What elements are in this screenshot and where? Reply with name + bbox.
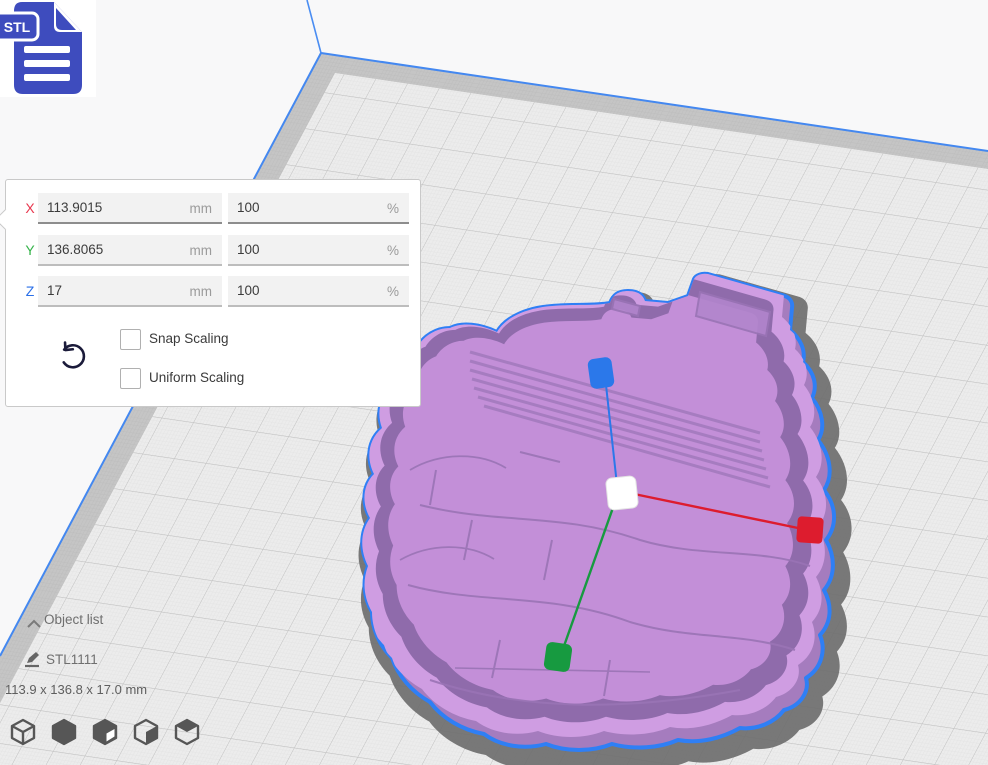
object-list-item[interactable]: STL1111 — [46, 652, 98, 667]
panel-pointer — [0, 209, 16, 230]
scale-handle-y[interactable] — [543, 641, 573, 672]
axis-label-x: X — [22, 193, 38, 224]
view-right-icon[interactable] — [172, 716, 202, 748]
reset-rotate-icon — [59, 341, 86, 370]
uniform-scaling-checkbox[interactable] — [120, 368, 141, 389]
scale-z-percent-input[interactable] — [228, 276, 409, 307]
axis-label-y: Y — [22, 235, 38, 266]
scale-y-mm-input[interactable] — [38, 235, 222, 266]
scale-handle-z[interactable] — [587, 356, 615, 389]
document-icon: STL — [0, 2, 82, 94]
axis-label-z: Z — [22, 276, 38, 307]
stl-badge-label: STL — [4, 19, 31, 35]
model-stl1111[interactable] — [354, 261, 834, 750]
snap-scaling-checkbox[interactable] — [120, 329, 141, 350]
reset-scale-button[interactable] — [54, 338, 90, 374]
stl-file-thumbnail: STL — [0, 0, 96, 97]
scale-x-mm-input[interactable] — [38, 193, 222, 224]
scale-tool-panel: X mm % Y mm % Z mm % Snap Scaling — [5, 179, 421, 407]
scale-x-percent-input[interactable] — [228, 193, 409, 224]
model-dimensions: 113.9 x 136.8 x 17.0 mm — [5, 682, 147, 697]
camera-view-toolbar — [8, 716, 202, 750]
cura-window: { "file_badge": { "label": "STL" }, "sca… — [0, 0, 988, 765]
snap-scaling-label: Snap Scaling — [149, 328, 229, 349]
view-left-icon[interactable] — [131, 716, 161, 748]
scale-y-percent-input[interactable] — [228, 235, 409, 266]
scale-handle-x[interactable] — [796, 516, 824, 544]
scale-z-mm-input[interactable] — [38, 276, 222, 307]
scale-handle-center[interactable] — [605, 476, 638, 511]
view-top-icon[interactable] — [90, 716, 120, 748]
view-3d-icon[interactable] — [8, 716, 38, 748]
uniform-scaling-label: Uniform Scaling — [149, 367, 244, 388]
collapse-chevron-icon[interactable] — [26, 616, 42, 634]
view-front-icon[interactable] — [49, 716, 79, 748]
model-type-icon — [22, 649, 42, 674]
object-list-title[interactable]: Object list — [44, 612, 103, 627]
